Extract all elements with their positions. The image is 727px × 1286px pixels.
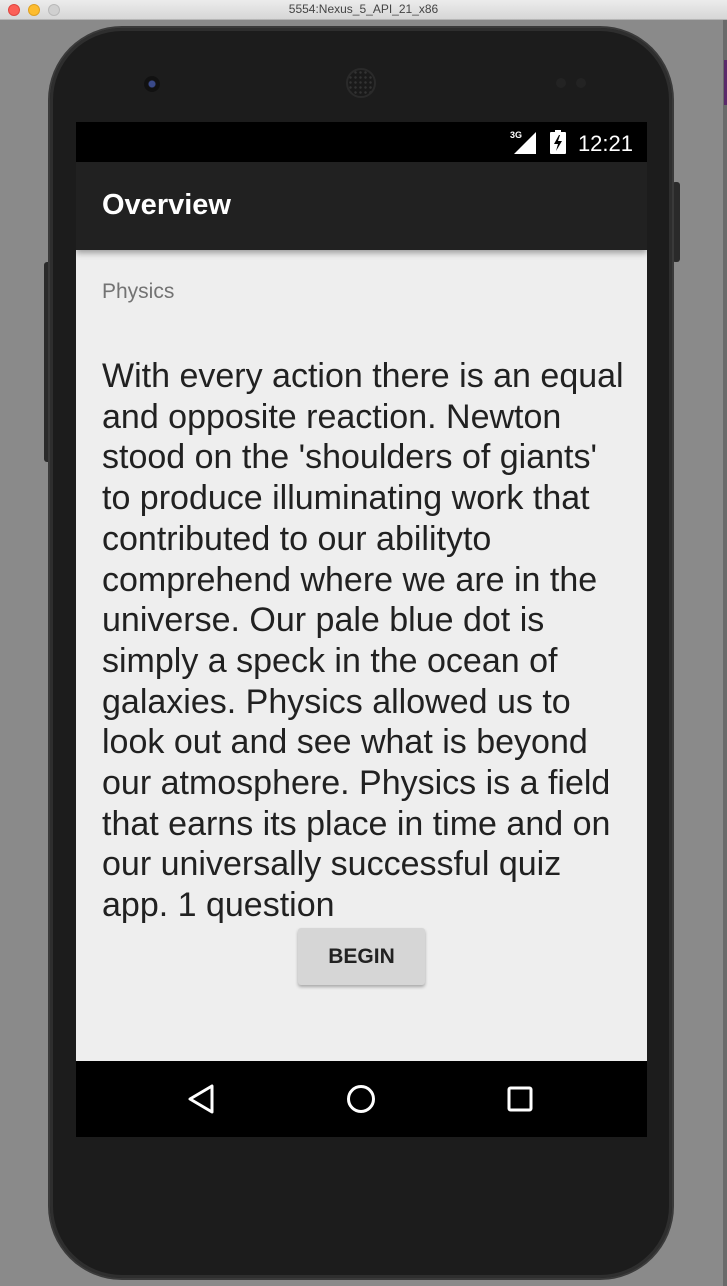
home-icon — [347, 1085, 375, 1113]
overview-description: With every action there is an equal and … — [102, 357, 624, 925]
nav-home-button[interactable] — [341, 1079, 381, 1119]
battery-charging-icon — [550, 130, 566, 154]
recents-icon — [507, 1086, 533, 1112]
category-label: Physics — [102, 280, 175, 303]
status-bar: 3G 12:21 — [76, 122, 647, 162]
power-button[interactable] — [672, 182, 680, 262]
app-bar: Overview — [76, 162, 647, 250]
nav-recents-button[interactable] — [500, 1079, 540, 1119]
begin-button[interactable]: BEGIN — [298, 928, 425, 985]
proximity-sensor — [556, 78, 566, 88]
back-icon — [188, 1084, 214, 1114]
nav-back-button[interactable] — [182, 1079, 222, 1119]
light-sensor — [576, 78, 586, 88]
status-time: 12:21 — [577, 131, 633, 156]
network-type-label: 3G — [510, 130, 523, 140]
window-edge — [723, 20, 727, 1286]
front-camera — [144, 76, 160, 92]
app-title: Overview — [102, 189, 231, 221]
window-title: 5554:Nexus_5_API_21_x86 — [288, 2, 439, 16]
device-screen: 3G 12:21 Overview Physics With every act… — [76, 122, 647, 1137]
window-titlebar: 5554:Nexus_5_API_21_x86 — [0, 0, 727, 20]
navigation-bar — [76, 1061, 647, 1137]
earpiece-speaker — [346, 68, 376, 98]
